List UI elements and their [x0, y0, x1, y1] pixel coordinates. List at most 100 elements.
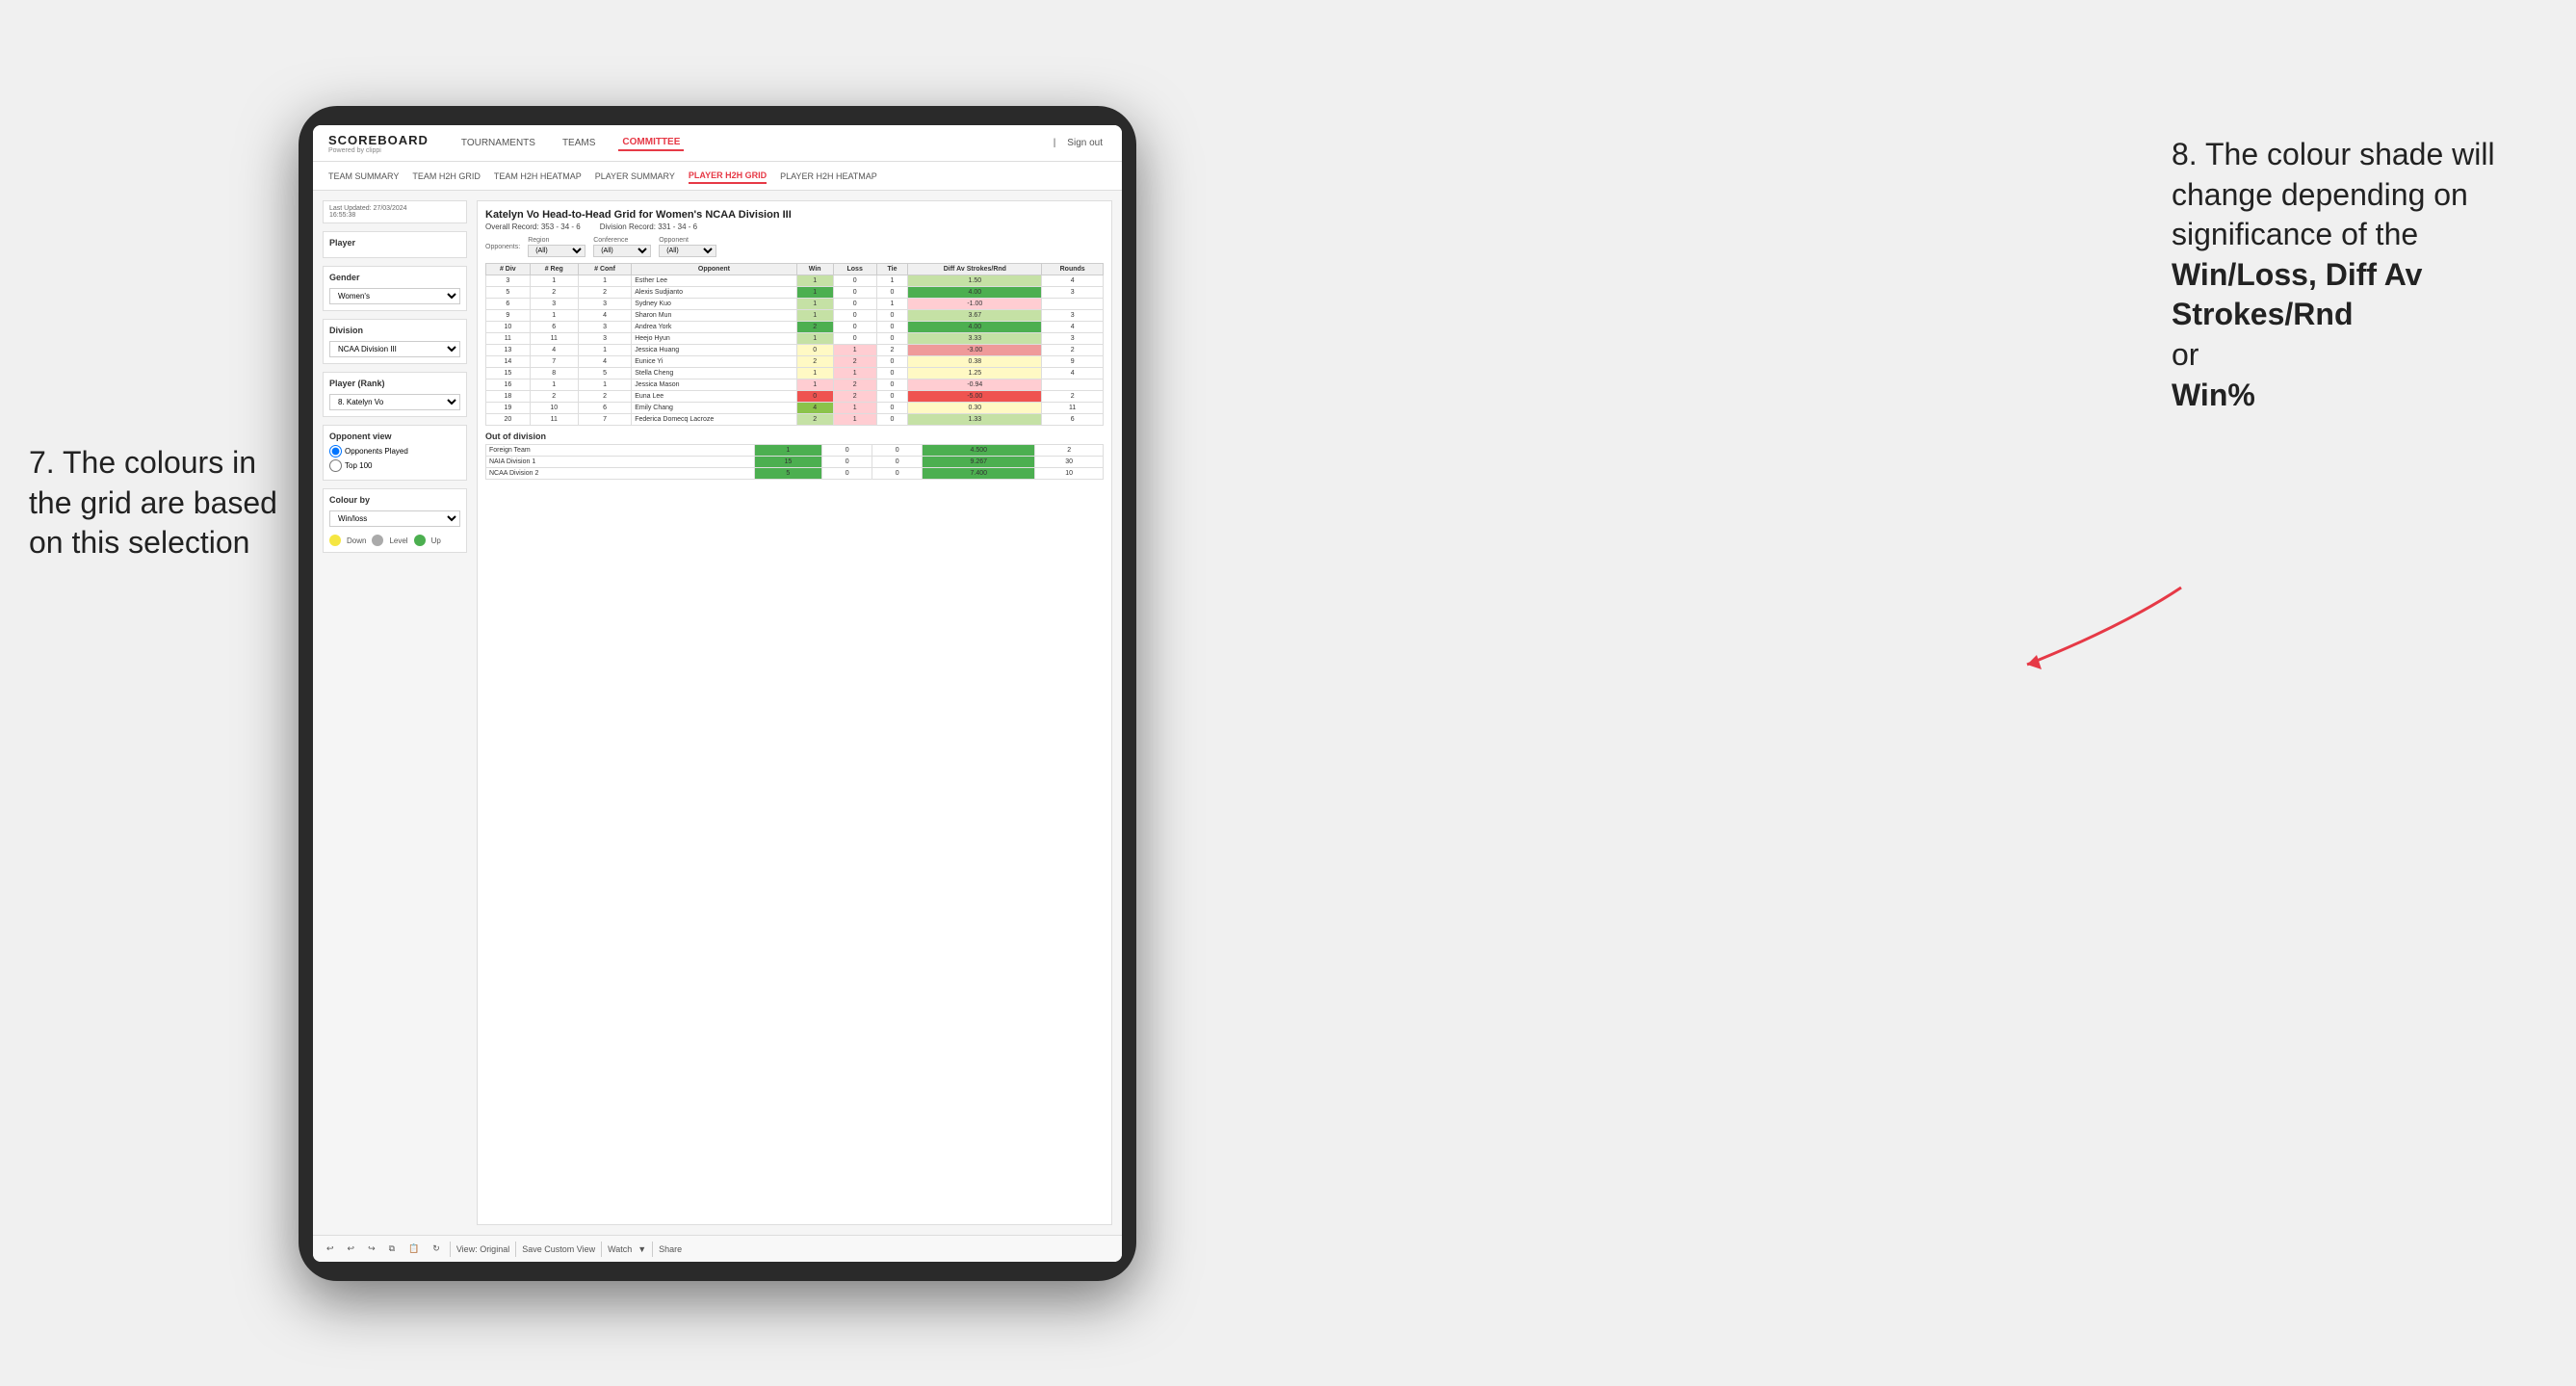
- view-original[interactable]: View: Original: [456, 1244, 509, 1254]
- td-rounds: 3: [1042, 287, 1104, 299]
- redo2-btn[interactable]: ↪: [364, 1242, 379, 1256]
- colour-by-select[interactable]: Win/loss: [329, 510, 460, 527]
- radio-top100[interactable]: Top 100: [329, 459, 460, 472]
- td-win: 0: [796, 391, 833, 403]
- td-rounds: 2: [1042, 345, 1104, 356]
- sub-nav-team-heatmap[interactable]: TEAM H2H HEATMAP: [494, 170, 582, 183]
- td-rounds: [1042, 299, 1104, 310]
- td-reg: 6: [530, 322, 578, 333]
- save-custom[interactable]: Save Custom View: [522, 1244, 595, 1254]
- td-rounds: 9: [1042, 356, 1104, 368]
- td-tie: 0: [876, 414, 908, 426]
- sub-nav-team-summary[interactable]: TEAM SUMMARY: [328, 170, 399, 183]
- sub-nav-player-summary[interactable]: PLAYER SUMMARY: [595, 170, 675, 183]
- refresh-btn[interactable]: ↻: [429, 1242, 444, 1256]
- td-win: 2: [796, 322, 833, 333]
- td-tie: 0: [876, 310, 908, 322]
- right-main: Katelyn Vo Head-to-Head Grid for Women's…: [477, 200, 1112, 1225]
- redo-btn[interactable]: ↩: [344, 1242, 359, 1256]
- grid-title: Katelyn Vo Head-to-Head Grid for Women's…: [485, 209, 1104, 221]
- td-win: 1: [796, 379, 833, 391]
- td-tie: 0: [876, 333, 908, 345]
- copy-btn[interactable]: ⧉: [385, 1242, 399, 1256]
- annotation-win-pct: Win%: [2172, 378, 2255, 412]
- col-opponent: Opponent: [632, 264, 796, 275]
- td-loss: 1: [833, 403, 876, 414]
- td-div: 9: [486, 310, 531, 322]
- td-conf: 7: [578, 414, 631, 426]
- td-conf: 3: [578, 322, 631, 333]
- table-row: 13 4 1 Jessica Huang 0 1 2 -3.00 2: [486, 345, 1104, 356]
- nav-divider: |: [1054, 138, 1056, 148]
- td-div: 11: [486, 333, 531, 345]
- td-win: 1: [796, 368, 833, 379]
- td-loss: 0: [833, 275, 876, 287]
- td-diff: -3.00: [908, 345, 1042, 356]
- nav-committee[interactable]: COMMITTEE: [618, 135, 684, 151]
- annotation-left-text: 7. The colours in the grid are based on …: [29, 445, 277, 560]
- division-select[interactable]: NCAA Division III: [329, 341, 460, 357]
- paste-btn[interactable]: 📋: [404, 1242, 423, 1256]
- annotation-left: 7. The colours in the grid are based on …: [29, 443, 279, 563]
- td-rounds: 11: [1042, 403, 1104, 414]
- td-reg: 2: [530, 287, 578, 299]
- tablet-screen: SCOREBOARD Powered by clippi TOURNAMENTS…: [313, 125, 1122, 1262]
- td-conf: 2: [578, 391, 631, 403]
- gender-select[interactable]: Women's: [329, 288, 460, 304]
- out-td-label: NCAA Division 2: [486, 468, 755, 480]
- radio-top100-input[interactable]: [329, 459, 342, 472]
- sidebar-gender: Gender Women's: [323, 266, 467, 311]
- td-div: 18: [486, 391, 531, 403]
- filter-region-group: Region (All): [528, 237, 585, 257]
- nav-tournaments[interactable]: TOURNAMENTS: [457, 136, 539, 150]
- out-td-rounds: 10: [1035, 468, 1104, 480]
- td-diff: 0.30: [908, 403, 1042, 414]
- radio-top100-label: Top 100: [345, 461, 372, 470]
- td-conf: 1: [578, 275, 631, 287]
- colour-by-label: Colour by: [329, 495, 460, 505]
- td-tie: 2: [876, 345, 908, 356]
- out-td-label: NAIA Division 1: [486, 457, 755, 468]
- filter-region-select[interactable]: (All): [528, 245, 585, 257]
- share-btn[interactable]: Share: [659, 1244, 682, 1254]
- col-rounds: Rounds: [1042, 264, 1104, 275]
- td-diff: 1.25: [908, 368, 1042, 379]
- radio-opponents[interactable]: Opponents Played: [329, 445, 460, 458]
- out-td-win: 1: [754, 445, 822, 457]
- td-reg: 3: [530, 299, 578, 310]
- td-loss: 1: [833, 368, 876, 379]
- undo-btn[interactable]: ↩: [323, 1242, 338, 1256]
- td-loss: 1: [833, 414, 876, 426]
- sign-out[interactable]: Sign out: [1063, 136, 1106, 150]
- td-diff: 4.00: [908, 287, 1042, 299]
- td-tie: 1: [876, 275, 908, 287]
- watch-btn[interactable]: Watch: [608, 1244, 632, 1254]
- filter-conference-select[interactable]: (All): [593, 245, 651, 257]
- td-rounds: 3: [1042, 310, 1104, 322]
- sub-nav-player-heatmap[interactable]: PLAYER H2H HEATMAP: [780, 170, 877, 183]
- toolbar-sep3: [601, 1242, 602, 1257]
- td-div: 15: [486, 368, 531, 379]
- td-opponent: Euna Lee: [632, 391, 796, 403]
- td-opponent: Eunice Yi: [632, 356, 796, 368]
- td-conf: 1: [578, 379, 631, 391]
- nav-teams[interactable]: TEAMS: [559, 136, 599, 150]
- filter-opponent-select[interactable]: (All): [659, 245, 716, 257]
- td-reg: 4: [530, 345, 578, 356]
- out-of-division-header: Out of division: [485, 431, 1104, 441]
- filter-opponent-label: Opponent: [659, 237, 716, 244]
- td-loss: 1: [833, 345, 876, 356]
- radio-opponents-input[interactable]: [329, 445, 342, 458]
- toolbar-sep4: [652, 1242, 653, 1257]
- legend-down-label: Down: [347, 536, 366, 545]
- td-diff: 1.33: [908, 414, 1042, 426]
- sub-nav-player-h2h[interactable]: PLAYER H2H GRID: [689, 169, 767, 184]
- legend-row: Down Level Up: [329, 535, 460, 546]
- toolbar-icons: ▼: [637, 1244, 646, 1254]
- td-win: 0: [796, 345, 833, 356]
- division-label: Division: [329, 326, 460, 335]
- sub-nav-team-h2h[interactable]: TEAM H2H GRID: [412, 170, 481, 183]
- player-rank-select[interactable]: 8. Katelyn Vo: [329, 394, 460, 410]
- td-opponent: Sydney Kuo: [632, 299, 796, 310]
- sidebar-player: Player: [323, 231, 467, 258]
